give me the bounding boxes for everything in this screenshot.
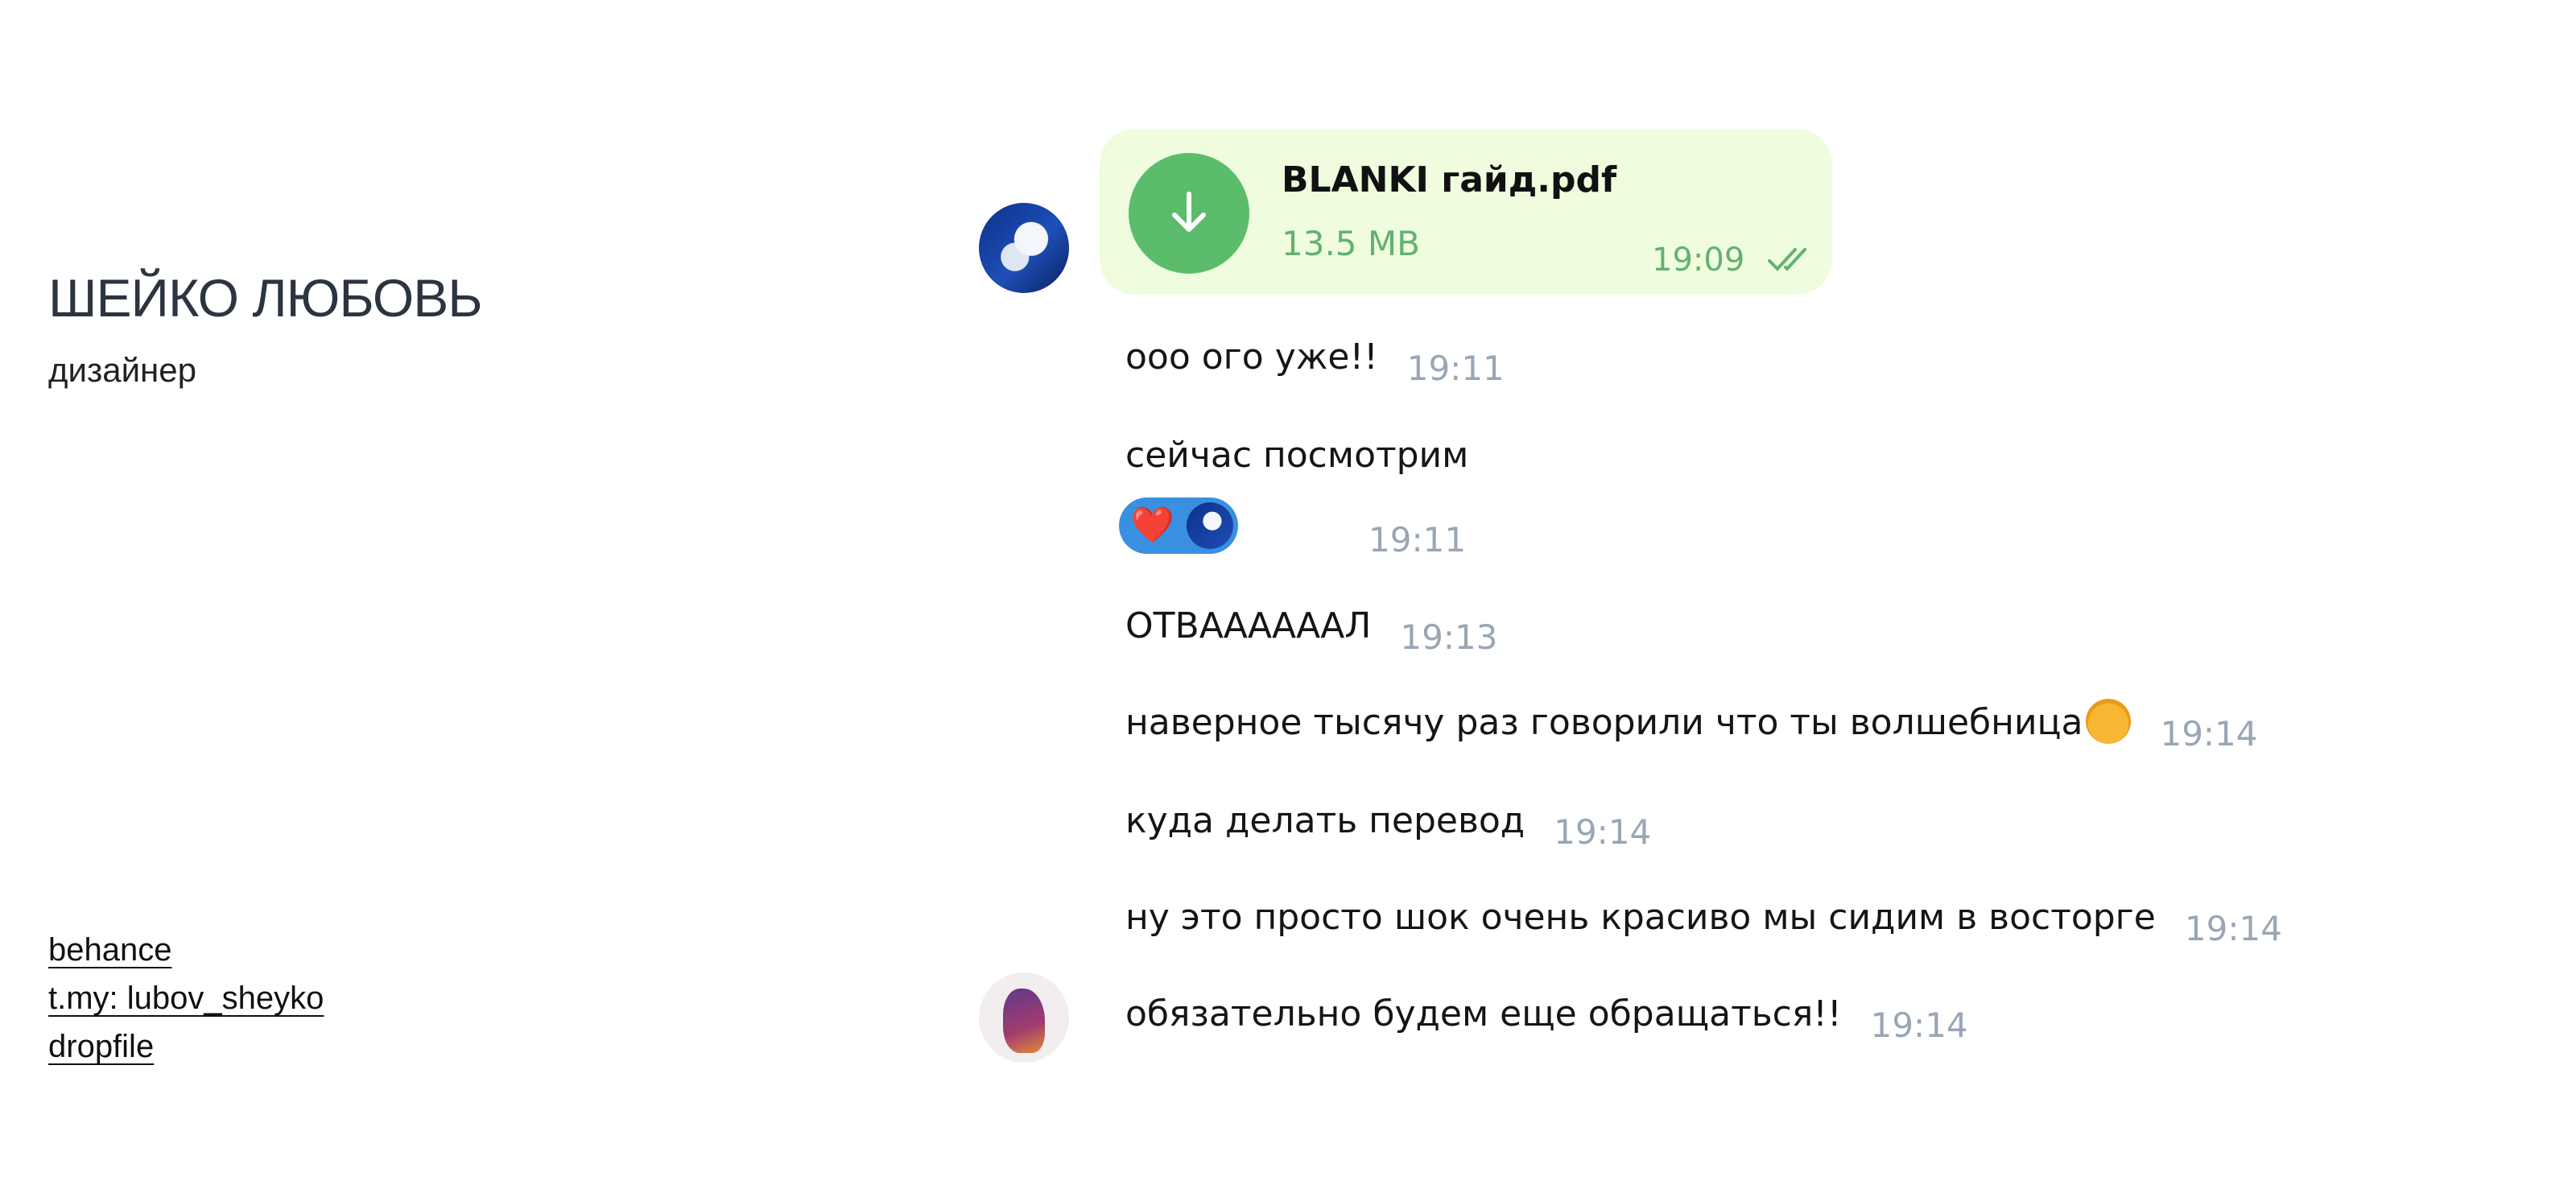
profile-name: ШЕЙКО ЛЮБОВЬ — [48, 268, 483, 328]
chat-message: обязательно будем еще обращаться!! 19:14 — [1125, 993, 1968, 1045]
message-time: 19:11 — [1368, 520, 1467, 559]
message-text: куда делать перевод — [1125, 800, 1525, 841]
file-size: 13.5 MB — [1282, 224, 1420, 263]
download-button[interactable] — [1129, 153, 1249, 274]
message-time: 19:09 — [1652, 242, 1745, 279]
reaction-badge[interactable]: ❤️ — [1119, 498, 1238, 554]
chat-message: сейчас посмотрим — [1125, 435, 1468, 476]
message-text: ОТВААААААЛ — [1125, 605, 1372, 646]
chat-message: ооо ого уже!! 19:11 — [1125, 337, 1505, 388]
chat-message: ну это просто шок очень красиво мы сидим… — [1125, 897, 2282, 948]
message-text: ооо ого уже!! — [1125, 337, 1378, 378]
profile-links: behance t.my: lubov_sheyko dropfile — [48, 926, 324, 1071]
message-time: 19:14 — [1554, 812, 1652, 852]
behance-link[interactable]: behance — [48, 926, 324, 974]
message-text: ну это просто шок очень красиво мы сидим… — [1125, 897, 2156, 938]
sender-avatar[interactable] — [979, 203, 1069, 293]
profile-role: дизайнер — [48, 351, 196, 389]
reactor-avatar — [1187, 502, 1233, 549]
message-time: 19:14 — [2160, 714, 2258, 754]
profile-block: ШЕЙКО ЛЮБОВЬ дизайнер — [48, 266, 483, 390]
message-text: наверное тысячу раз говорили что ты волш… — [1125, 702, 2083, 743]
message-text: сейчас посмотрим — [1125, 435, 1469, 476]
chat-message: наверное тысячу раз говорили что ты волш… — [1125, 699, 2258, 754]
message-time: 19:14 — [1870, 1005, 1968, 1045]
telegram-link[interactable]: t.my: lubov_sheyko — [48, 974, 324, 1022]
file-message-bubble[interactable]: BLANKI гайд.pdf 13.5 MB 19:09 — [1100, 129, 1832, 295]
message-text: обязательно будем еще обращаться!! — [1125, 993, 1842, 1034]
file-name[interactable]: BLANKI гайд.pdf — [1282, 159, 1616, 200]
message-time: 19:14 — [2184, 909, 2282, 948]
double-check-icon — [1768, 248, 1806, 271]
shushing-face-emoji-icon — [2086, 699, 2132, 744]
download-arrow-icon — [1172, 192, 1206, 232]
chat-message: куда делать перевод 19:14 — [1125, 800, 1651, 852]
client-avatar[interactable] — [979, 972, 1069, 1063]
heart-reaction-icon: ❤️ — [1130, 505, 1174, 546]
dropfile-link[interactable]: dropfile — [48, 1022, 324, 1071]
message-time: 19:13 — [1400, 617, 1498, 657]
chat-message: ОТВААААААЛ 19:13 — [1125, 605, 1497, 657]
message-time: 19:11 — [1406, 349, 1505, 388]
